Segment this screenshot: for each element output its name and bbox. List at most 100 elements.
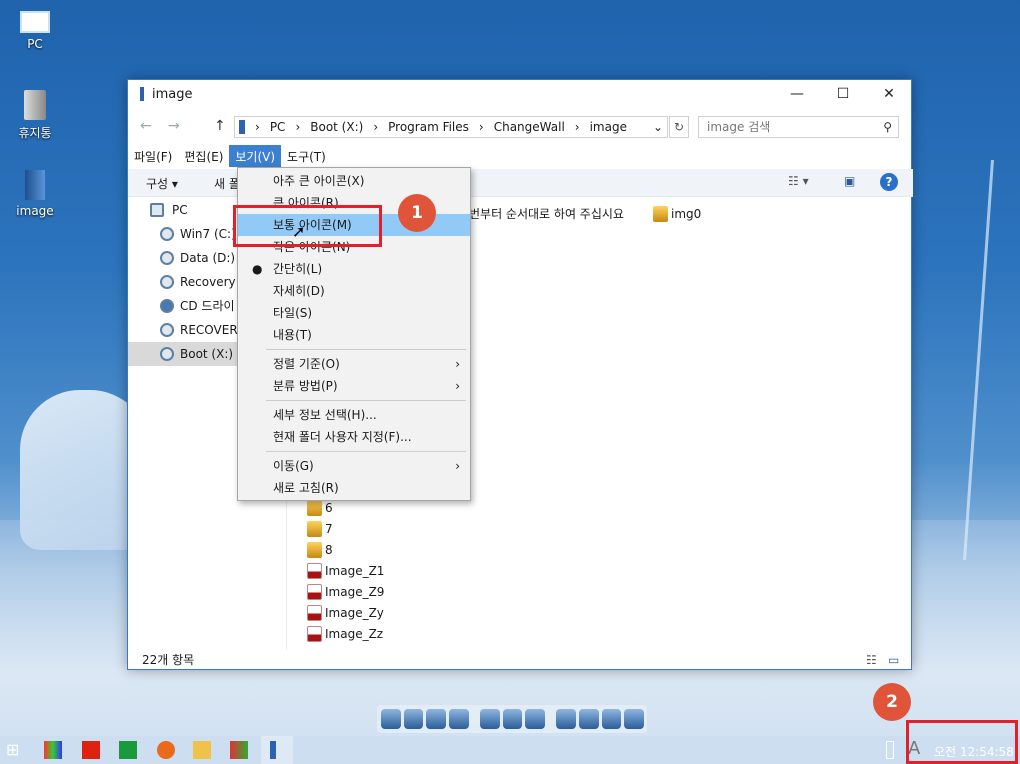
taskbar-app-icon[interactable] [119,741,137,759]
menu-item-go-to[interactable]: 이동(G) › [238,455,470,477]
menu-edit[interactable]: 편집(E) [178,145,229,167]
breadcrumb-changewall[interactable]: ChangeWall [494,120,565,134]
details-view-icon[interactable]: ☷ [866,650,877,670]
breadcrumb-sep: › [574,120,580,134]
breadcrumb-sep: › [373,120,379,134]
list-item[interactable]: Image_Z9 [307,582,384,602]
nav-label: PC [172,203,188,217]
up-icon[interactable]: ↑ [214,118,226,134]
png-icon [307,605,322,621]
menu-item-sort-by[interactable]: 정렬 기준(O) › [238,353,470,375]
menu-item-choose-details[interactable]: 세부 정보 선택(H)... [238,404,470,426]
dock-app-icon[interactable] [502,709,523,729]
item-count: 22개 항목 [142,653,195,667]
chevron-down-icon[interactable]: ⌄ [653,120,663,134]
file-name: 8 [325,543,333,557]
list-item[interactable]: Image_Zy [307,603,384,623]
windows-start-icon[interactable]: ⊞ [6,741,24,759]
taskbar-app-icon[interactable] [44,741,62,759]
jpeg-icon [307,542,322,558]
dock-app-icon[interactable] [624,709,645,729]
menu-item-label: 간단히(L) [273,262,323,276]
search-placeholder: image 검색 [707,120,771,134]
file-name: Image_Zy [325,606,384,620]
list-item[interactable]: 번부터 순서대로 하여 주십시요 [469,204,624,224]
list-item[interactable]: 8 [307,540,333,560]
desktop-icon-image[interactable]: image [0,170,70,218]
wallpaper-lamp [916,160,994,560]
dock-app-icon[interactable] [381,709,401,729]
search-input[interactable]: image 검색 ⚲ [698,116,899,138]
address-row: ← → ↑ › PC › Boot (X:) › Program Files › Cha… [128,114,913,140]
dock-app-icon[interactable] [525,709,546,729]
menu-separator [266,349,466,350]
breadcrumb-program-files[interactable]: Program Files [388,120,469,134]
nav-label: RECOVERY [180,323,245,337]
minimize-button[interactable]: — [774,80,820,108]
taskbar-app-icon[interactable] [230,741,248,759]
menu-item-refresh[interactable]: 새로 고침(R) [238,477,470,499]
breadcrumb-pc[interactable]: PC [270,120,286,134]
desktop-icon-label: 휴지통 [18,126,52,140]
folder-icon [239,120,245,134]
menu-item-extra-large-icons[interactable]: 아주 큰 아이콘(X) [238,170,470,192]
list-item[interactable]: img0 [653,204,701,224]
refresh-button[interactable]: ↻ [669,116,689,138]
menu-item-list[interactable]: ● 간단히(L) [238,258,470,280]
dock-app-icon[interactable] [403,709,424,729]
chevron-right-icon: › [455,459,460,473]
desktop-icon-label: image [16,204,54,218]
menu-tools[interactable]: 도구(T) [281,145,332,167]
large-icons-view-icon[interactable]: ▭ [888,650,899,670]
close-button[interactable]: ✕ [866,80,912,108]
file-name: img0 [671,207,702,221]
computer-icon [20,11,50,33]
breadcrumb-boot[interactable]: Boot (X:) [310,120,363,134]
back-icon[interactable]: ← [140,118,152,134]
computer-icon [150,203,164,217]
desktop-icon-recycle-bin[interactable]: 휴지통 [0,90,70,141]
menu-file[interactable]: 파일(F) [128,145,178,167]
menu-item-label: 세부 정보 선택(H)... [273,408,377,422]
menu-item-customize-folder[interactable]: 현재 폴더 사용자 지정(F)... [238,426,470,448]
breadcrumb-image[interactable]: image [590,120,627,134]
maximize-button[interactable]: ☐ [820,80,866,108]
menu-item-group-by[interactable]: 분류 방법(P) › [238,375,470,397]
taskbar-explorer-button[interactable] [261,736,293,764]
dock-app-icon[interactable] [556,709,576,729]
dock-app-icon[interactable] [426,709,447,729]
taskbar-app-icon[interactable] [82,741,100,759]
address-bar[interactable]: › PC › Boot (X:) › Program Files › ChangeWal… [234,116,668,138]
menu-item-content[interactable]: 내용(T) [238,324,470,346]
menu-item-label: 아주 큰 아이콘(X) [273,174,365,188]
dock-app-icon[interactable] [449,709,469,729]
view-options-icon[interactable]: ☷ ▾ [788,174,809,188]
preview-pane-icon[interactable]: ▣ [844,174,855,188]
list-item[interactable]: 7 [307,519,333,539]
menu-item-details[interactable]: 자세히(D) [238,280,470,302]
usb-icon[interactable] [886,741,894,759]
file-name: Image_Z1 [325,564,385,578]
dock-app-icon[interactable] [601,709,622,729]
menu-item-tiles[interactable]: 타일(S) [238,302,470,324]
jpeg-icon [307,521,322,537]
desktop-icon-pc[interactable]: PC [0,8,70,51]
nav-label: Win7 (C:) [180,227,236,241]
organize-button[interactable]: 구성 ▾ [146,175,178,192]
forward-icon[interactable]: → [168,118,180,134]
menu-view[interactable]: 보기(V) [229,145,282,167]
firefox-icon[interactable] [157,741,175,759]
help-icon[interactable]: ? [880,173,898,191]
desktop-icon-label: PC [27,37,43,51]
breadcrumb-sep: › [478,120,484,134]
dock-app-icon[interactable] [578,709,599,729]
list-item[interactable]: 6 [307,498,333,518]
list-item[interactable]: Image_Zz [307,624,383,644]
dock-app-icon[interactable] [479,709,500,729]
drive-icon [160,227,174,241]
drive-icon [160,347,174,361]
list-item[interactable]: Image_Z1 [307,561,384,581]
file-name: 번부터 순서대로 하여 주십시요 [469,207,624,221]
folder-icon[interactable] [193,741,211,759]
menu-item-label: 타일(S) [273,306,313,320]
